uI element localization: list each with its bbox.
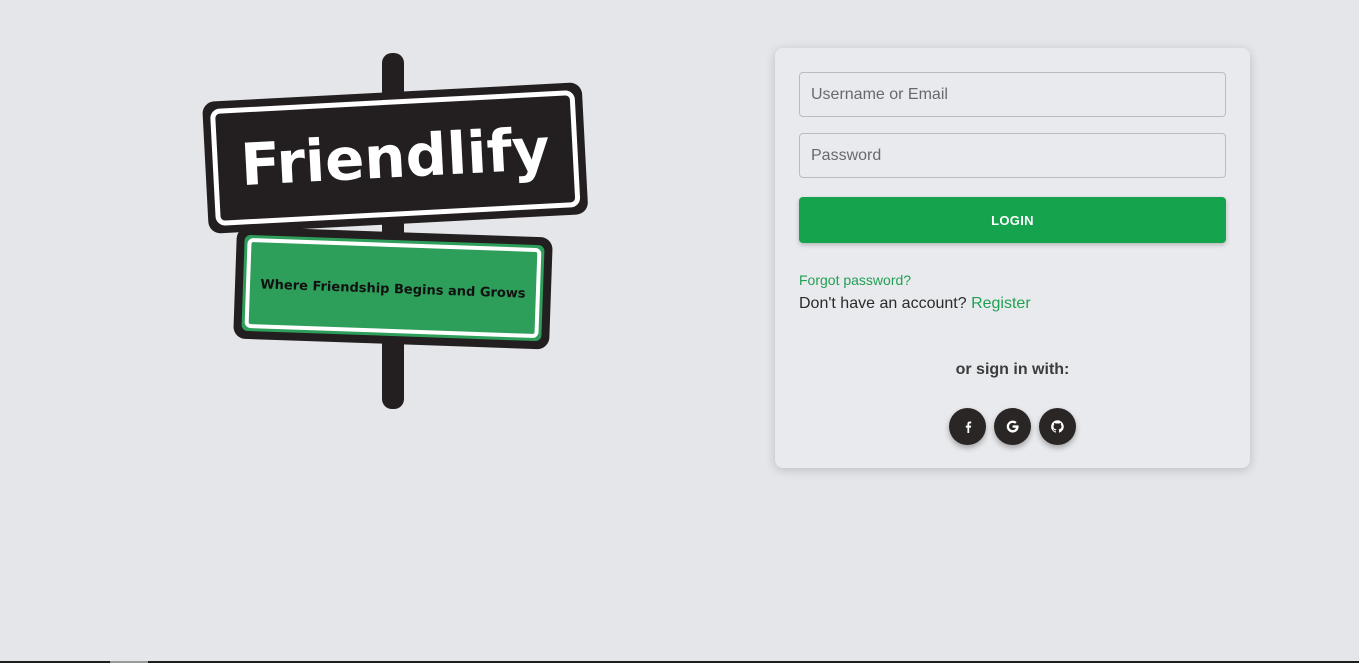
username-email-input[interactable]	[799, 72, 1226, 117]
register-prompt: Don't have an account? Register	[799, 295, 1031, 313]
no-account-text: Don't have an account?	[799, 295, 967, 312]
login-page: Friendlify Where Friendship Begins and G…	[0, 0, 1359, 663]
register-link[interactable]: Register	[971, 295, 1031, 312]
login-button[interactable]: LOGIN	[799, 197, 1226, 243]
login-card: LOGIN Forgot password? Don't have an acc…	[775, 48, 1250, 468]
github-icon	[1051, 420, 1064, 433]
google-login-button[interactable]	[994, 408, 1031, 445]
friendlify-logo: Friendlify Where Friendship Begins and G…	[195, 50, 595, 412]
social-signin-heading: or sign in with:	[955, 361, 1070, 378]
password-input[interactable]	[799, 133, 1226, 178]
google-icon	[1006, 420, 1019, 433]
github-login-button[interactable]	[1039, 408, 1076, 445]
facebook-login-button[interactable]	[949, 408, 986, 445]
facebook-icon	[965, 421, 971, 433]
forgot-password-link[interactable]: Forgot password?	[799, 272, 911, 288]
social-login-group	[949, 408, 1079, 445]
